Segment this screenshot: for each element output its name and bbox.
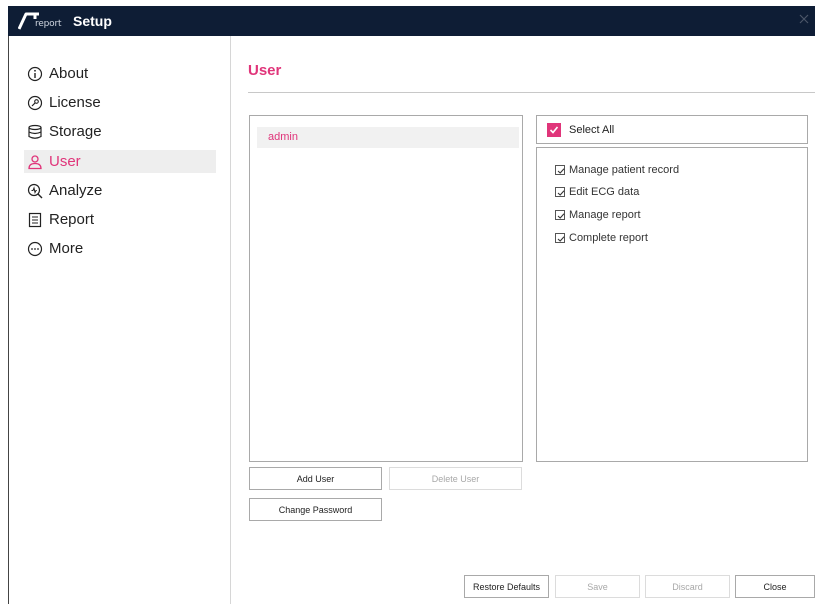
report-doc-icon xyxy=(27,212,43,228)
sidebar-item-label: More xyxy=(49,240,84,257)
list-item[interactable]: admin xyxy=(257,127,519,148)
sidebar-item-label: License xyxy=(49,94,101,111)
permission-checkbox[interactable] xyxy=(555,187,565,197)
sidebar-item-about[interactable]: About xyxy=(24,62,216,85)
permission-label: Manage report xyxy=(569,209,641,221)
delete-user-button[interactable]: Delete User xyxy=(389,467,522,490)
setup-window: About License Storage User Analyze Repor… xyxy=(8,36,815,604)
permission-label: Manage patient record xyxy=(569,164,680,176)
permission-checkbox[interactable] xyxy=(555,233,565,243)
sidebar-item-label: Report xyxy=(49,211,95,228)
page-title: User xyxy=(248,62,282,79)
magnify-plus-icon xyxy=(27,183,43,199)
database-icon xyxy=(27,124,43,140)
sidebar-item-label: Analyze xyxy=(49,182,103,199)
select-all-row[interactable]: Select All xyxy=(536,115,808,144)
window-title: Setup xyxy=(73,13,112,29)
save-button[interactable]: Save xyxy=(555,575,640,598)
sidebar-item-report[interactable]: Report xyxy=(24,208,216,231)
permission-label: Complete report xyxy=(569,232,648,244)
permission-item-manage-report[interactable]: Manage report xyxy=(555,209,641,221)
close-button[interactable]: Close xyxy=(735,575,815,598)
permission-checkbox[interactable] xyxy=(555,165,565,175)
permission-item-complete-report[interactable]: Complete report xyxy=(555,232,648,244)
user-list[interactable]: admin xyxy=(249,115,523,462)
more-dots-icon xyxy=(27,241,43,257)
info-circle-icon xyxy=(27,66,43,82)
permission-list: Manage patient record Edit ECG data Mana… xyxy=(536,147,808,462)
discard-button[interactable]: Discard xyxy=(645,575,730,598)
sidebar-item-label: Storage xyxy=(49,123,102,140)
restore-defaults-button[interactable]: Restore Defaults xyxy=(464,575,549,598)
sidebar-item-label: About xyxy=(49,65,89,82)
permission-label: Edit ECG data xyxy=(569,186,640,198)
select-all-label: Select All xyxy=(569,123,615,136)
app-logo-subtext: report xyxy=(35,19,62,29)
permission-item-edit-ecg-data[interactable]: Edit ECG data xyxy=(555,186,639,198)
key-circle-icon xyxy=(27,95,43,111)
title-bar: report Setup xyxy=(8,6,815,36)
permission-item-manage-patient-record[interactable]: Manage patient record xyxy=(555,164,679,176)
sidebar: About License Storage User Analyze Repor… xyxy=(9,36,231,604)
sidebar-item-user[interactable]: User xyxy=(24,150,216,173)
change-password-button[interactable]: Change Password xyxy=(249,498,382,521)
title-divider xyxy=(248,92,815,93)
add-user-button[interactable]: Add User xyxy=(249,467,382,490)
select-all-checkbox[interactable] xyxy=(547,122,561,137)
window-close-icon[interactable] xyxy=(797,12,811,26)
sidebar-item-license[interactable]: License xyxy=(24,91,216,114)
sidebar-item-analyze[interactable]: Analyze xyxy=(24,179,216,202)
user-icon xyxy=(27,154,43,170)
sidebar-item-label: User xyxy=(49,153,81,170)
sidebar-item-storage[interactable]: Storage xyxy=(24,120,216,143)
sidebar-item-more[interactable]: More xyxy=(24,237,216,260)
permission-checkbox[interactable] xyxy=(555,210,565,220)
